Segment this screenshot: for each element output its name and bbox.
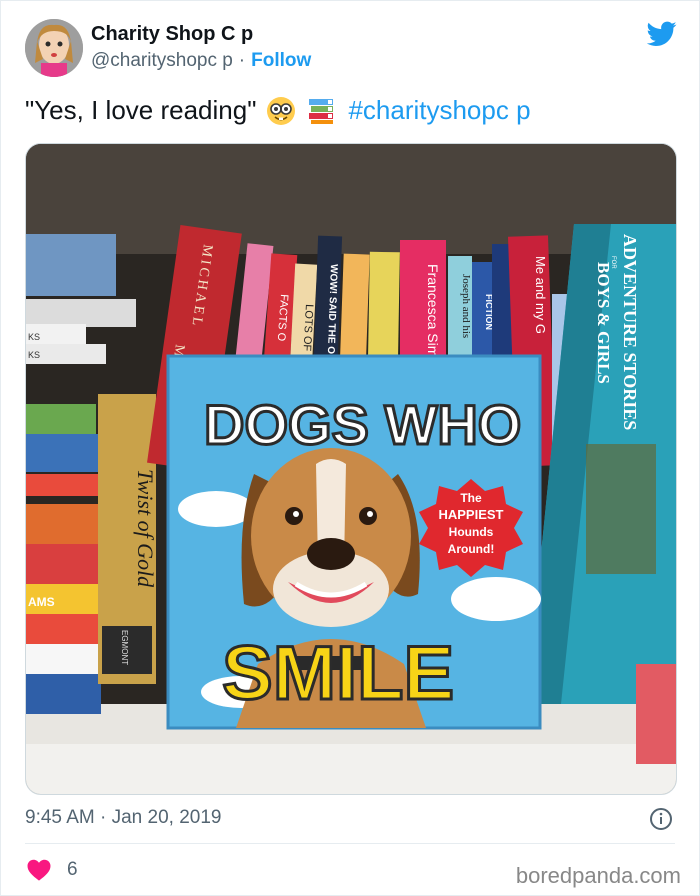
twist-of-gold-book: Twist of Gold EGMONT: [98, 394, 158, 684]
nerd-face-emoji: [267, 96, 296, 125]
spine-egmont: EGMONT: [120, 630, 129, 665]
author-handle[interactable]: @charityshopc p: [91, 50, 233, 72]
left-label-ks2: KS: [28, 350, 40, 360]
badge-line2: HAPPIEST: [438, 507, 503, 522]
info-icon[interactable]: [649, 807, 673, 831]
divider: [25, 843, 675, 844]
book-title-top: DOGS WHO: [204, 393, 521, 456]
follow-button[interactable]: Follow: [251, 50, 311, 72]
avatar-image: [25, 19, 83, 77]
books-emoji: [309, 98, 334, 124]
heart-icon[interactable]: [27, 859, 51, 881]
author-name-row: Charity Shop C p: [91, 23, 253, 46]
badge-line3: Hounds: [449, 525, 494, 539]
tweet-photo[interactable]: KS KS AMS Twist of Gold EGMONT MICHAEL M…: [25, 143, 677, 795]
hashtag-link[interactable]: #charityshopc p: [348, 95, 530, 126]
left-label-ks1: KS: [28, 332, 40, 342]
separator-dot: ·: [238, 50, 246, 71]
book-title-bottom: SMILE: [222, 631, 454, 716]
badge-line4: Around!: [448, 542, 495, 556]
left-label-ams: AMS: [28, 595, 55, 609]
spine-francesca: Francesca Simo: [425, 264, 441, 365]
like-row[interactable]: 6: [27, 859, 78, 881]
tweet-body: "Yes, I love reading": [25, 95, 257, 125]
tweet-text: "Yes, I love reading" #charityshopc p: [25, 95, 531, 126]
like-count: 6: [67, 859, 78, 880]
spine-me: Me and my G: [533, 256, 548, 334]
badge-line1: The: [460, 491, 482, 505]
book-shelf-photo: KS KS AMS Twist of Gold EGMONT MICHAEL M…: [26, 144, 676, 794]
watermark: boredpanda.com: [515, 863, 681, 888]
tweet-timestamp[interactable]: 9:45 AM · Jan 20, 2019: [25, 807, 221, 829]
spine-lots: LOTS OF: [301, 304, 315, 352]
tweet-card: Charity Shop C p @charityshopc p · Follo…: [0, 0, 700, 896]
twitter-bird-icon[interactable]: [647, 21, 677, 47]
display-name[interactable]: Charity Shop C p: [91, 23, 253, 46]
spine-twist-of-gold: Twist of Gold: [133, 469, 158, 588]
spine-joseph: Joseph and his: [460, 274, 472, 338]
dogs-who-smile-book: DOGS WHO SMILE The HAPPIEST Hounds Aroun…: [166, 354, 542, 730]
author-handle-row: @charityshopc p · Follow: [91, 50, 311, 72]
spine-boys: BOYS & GIRLS: [594, 262, 613, 384]
avatar[interactable]: [25, 19, 83, 77]
spine-adventure: ADVENTURE STORIES: [620, 234, 640, 430]
spine-for: FOR: [610, 256, 616, 269]
